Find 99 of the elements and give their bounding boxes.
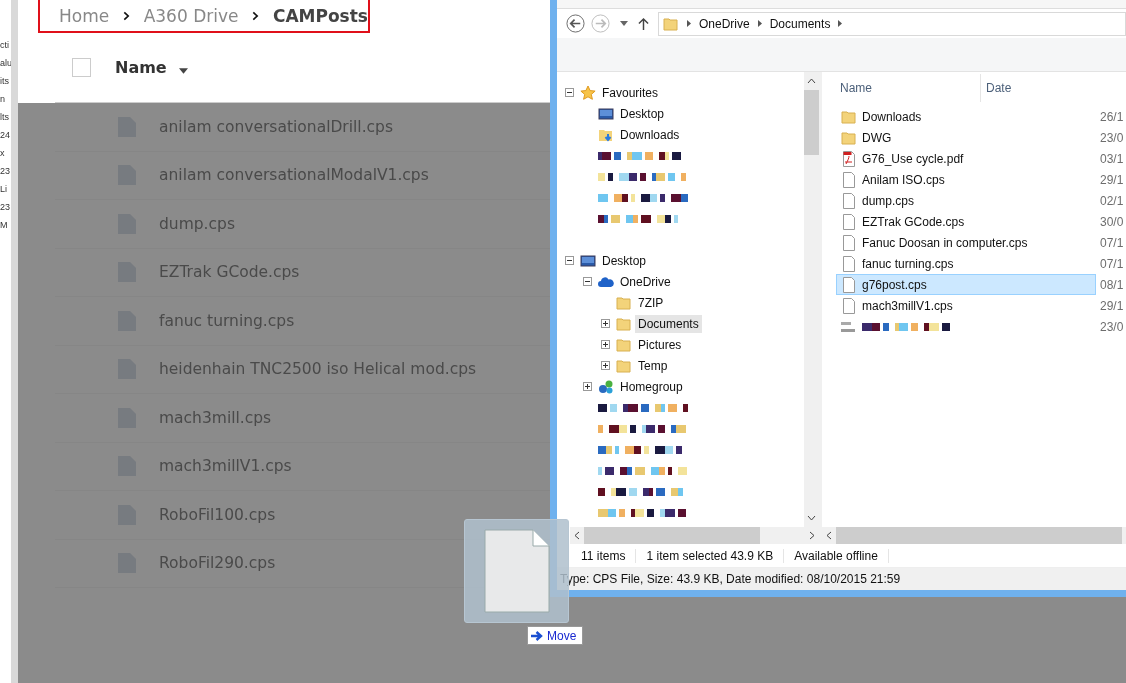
- breadcrumb-link[interactable]: A360 Drive: [143, 5, 239, 26]
- clipped-text: 24: [0, 130, 11, 140]
- column-header[interactable]: Name: [840, 81, 980, 95]
- clipped-text: M: [0, 220, 9, 230]
- scroll-left-icon[interactable]: [574, 531, 580, 540]
- clipped-text: 23: [0, 166, 11, 176]
- chevron-icon: [687, 20, 691, 27]
- dropdown-caret-icon[interactable]: [620, 21, 628, 26]
- scroll-right-icon[interactable]: [809, 531, 815, 540]
- clipped-text: n: [0, 94, 6, 104]
- scroll-left-icon[interactable]: [826, 531, 832, 540]
- chevron-icon: [757, 20, 762, 27]
- select-all-checkbox[interactable]: [72, 58, 91, 77]
- breadcrumb-link[interactable]: CAMPosts: [272, 5, 368, 26]
- file-icon: [841, 213, 857, 230]
- status-text: Available offline: [784, 548, 889, 563]
- scroll-down-icon[interactable]: [807, 515, 816, 521]
- folder-icon: [841, 129, 857, 146]
- file-row[interactable]: Anilam ISO.cps: [836, 169, 1096, 190]
- expand-toggle[interactable]: [601, 361, 613, 370]
- date-cell: 08/1: [1100, 277, 1124, 292]
- date-cell: 30/0: [1100, 214, 1124, 229]
- expand-toggle[interactable]: [601, 340, 613, 349]
- file-icon: [841, 276, 857, 293]
- up-arrow-icon[interactable]: [638, 17, 649, 30]
- address-segment[interactable]: OneDrive: [699, 16, 750, 31]
- file-row[interactable]: EZTrak GCode.cps: [836, 211, 1096, 232]
- file-row[interactable]: dump.cps: [836, 190, 1096, 211]
- homegroup-icon: [598, 378, 614, 395]
- address-segment[interactable]: Documents: [769, 16, 831, 31]
- date-cell: 07/1: [1100, 235, 1124, 250]
- clipped-text: x: [0, 148, 6, 158]
- file-row[interactable]: mach3millV1.cps: [836, 295, 1096, 316]
- file-icon: [841, 234, 857, 251]
- tree-item[interactable]: 7ZIP: [635, 293, 667, 312]
- sort-caret-icon[interactable]: [178, 67, 188, 74]
- file-icon: [841, 297, 857, 314]
- chevron-icon: [838, 20, 843, 27]
- tooltip-text: Move: [547, 628, 577, 643]
- folder-icon: [663, 15, 679, 32]
- folder-icon: [616, 357, 632, 374]
- pdf-file-icon: [841, 150, 857, 167]
- collapse-toggle[interactable]: [565, 256, 577, 265]
- folder-icon: [616, 315, 632, 332]
- column-header[interactable]: Date: [980, 74, 1126, 102]
- file-row[interactable]: G76_Use cycle.pdf: [836, 148, 1096, 169]
- clipped-text: alu: [0, 58, 11, 68]
- tree-item[interactable]: Downloads: [617, 125, 683, 144]
- scroll-thumb[interactable]: [804, 90, 819, 155]
- clipped-text: 23: [0, 202, 11, 212]
- tree-item[interactable]: Favourites: [599, 83, 662, 102]
- folder-icon: [841, 108, 857, 125]
- column-header[interactable]: Name: [115, 58, 167, 77]
- folder-icon: [616, 294, 632, 311]
- date-cell: 03/1: [1100, 151, 1124, 166]
- collapse-toggle[interactable]: [583, 277, 595, 286]
- clipped-text: Li: [0, 184, 8, 194]
- file-icon: [841, 192, 857, 209]
- date-cell: 23/0: [1100, 130, 1124, 145]
- tree-item[interactable]: Desktop: [599, 251, 650, 270]
- tree-item[interactable]: Documents: [635, 314, 702, 333]
- date-cell: 29/1: [1100, 298, 1124, 313]
- tree-item[interactable]: Desktop: [617, 104, 668, 123]
- back-icon[interactable]: [566, 14, 585, 33]
- scroll-up-icon[interactable]: [807, 78, 816, 84]
- expand-toggle[interactable]: [601, 319, 613, 328]
- file-icon: [483, 529, 550, 613]
- horizontal-scrollbar[interactable]: [570, 527, 819, 544]
- status-text: 1 item selected 43.9 KB: [636, 548, 785, 563]
- status-text: 11 items: [571, 548, 637, 563]
- date-cell: 29/1: [1100, 172, 1124, 187]
- date-cell: 26/1: [1100, 109, 1124, 124]
- collapse-toggle[interactable]: [565, 88, 577, 97]
- date-cell: 02/1: [1100, 193, 1124, 208]
- clipped-text: lts: [0, 112, 10, 122]
- clipped-text: its: [0, 76, 10, 86]
- arrow-icon: [531, 630, 543, 641]
- folder-icon: [616, 336, 632, 353]
- file-icon: [841, 255, 857, 272]
- expand-toggle[interactable]: [583, 382, 595, 391]
- monitor-icon: [598, 105, 614, 122]
- file-row[interactable]: fanuc turning.cps: [836, 253, 1096, 274]
- tree-item[interactable]: Pictures: [635, 335, 685, 354]
- file-row[interactable]: Fanuc Doosan in computer.cps: [836, 232, 1096, 253]
- date-cell: 07/1: [1100, 256, 1124, 271]
- tree-item[interactable]: Homegroup: [617, 377, 686, 396]
- tree-item[interactable]: OneDrive: [617, 272, 674, 291]
- file-row[interactable]: Downloads: [836, 106, 1096, 127]
- breadcrumb-link[interactable]: Home: [59, 5, 110, 26]
- horizontal-scrollbar[interactable]: [822, 527, 1126, 544]
- monitor-icon: [580, 252, 596, 269]
- file-row[interactable]: g76post.cps: [836, 274, 1096, 295]
- star-icon: [580, 84, 596, 101]
- tree-item[interactable]: Temp: [635, 356, 671, 375]
- date-cell: 23/0: [1100, 319, 1124, 334]
- clipped-text: cti: [0, 40, 10, 50]
- file-row[interactable]: DWG: [836, 127, 1096, 148]
- vertical-scrollbar[interactable]: [804, 72, 819, 527]
- file-icon: [841, 171, 857, 188]
